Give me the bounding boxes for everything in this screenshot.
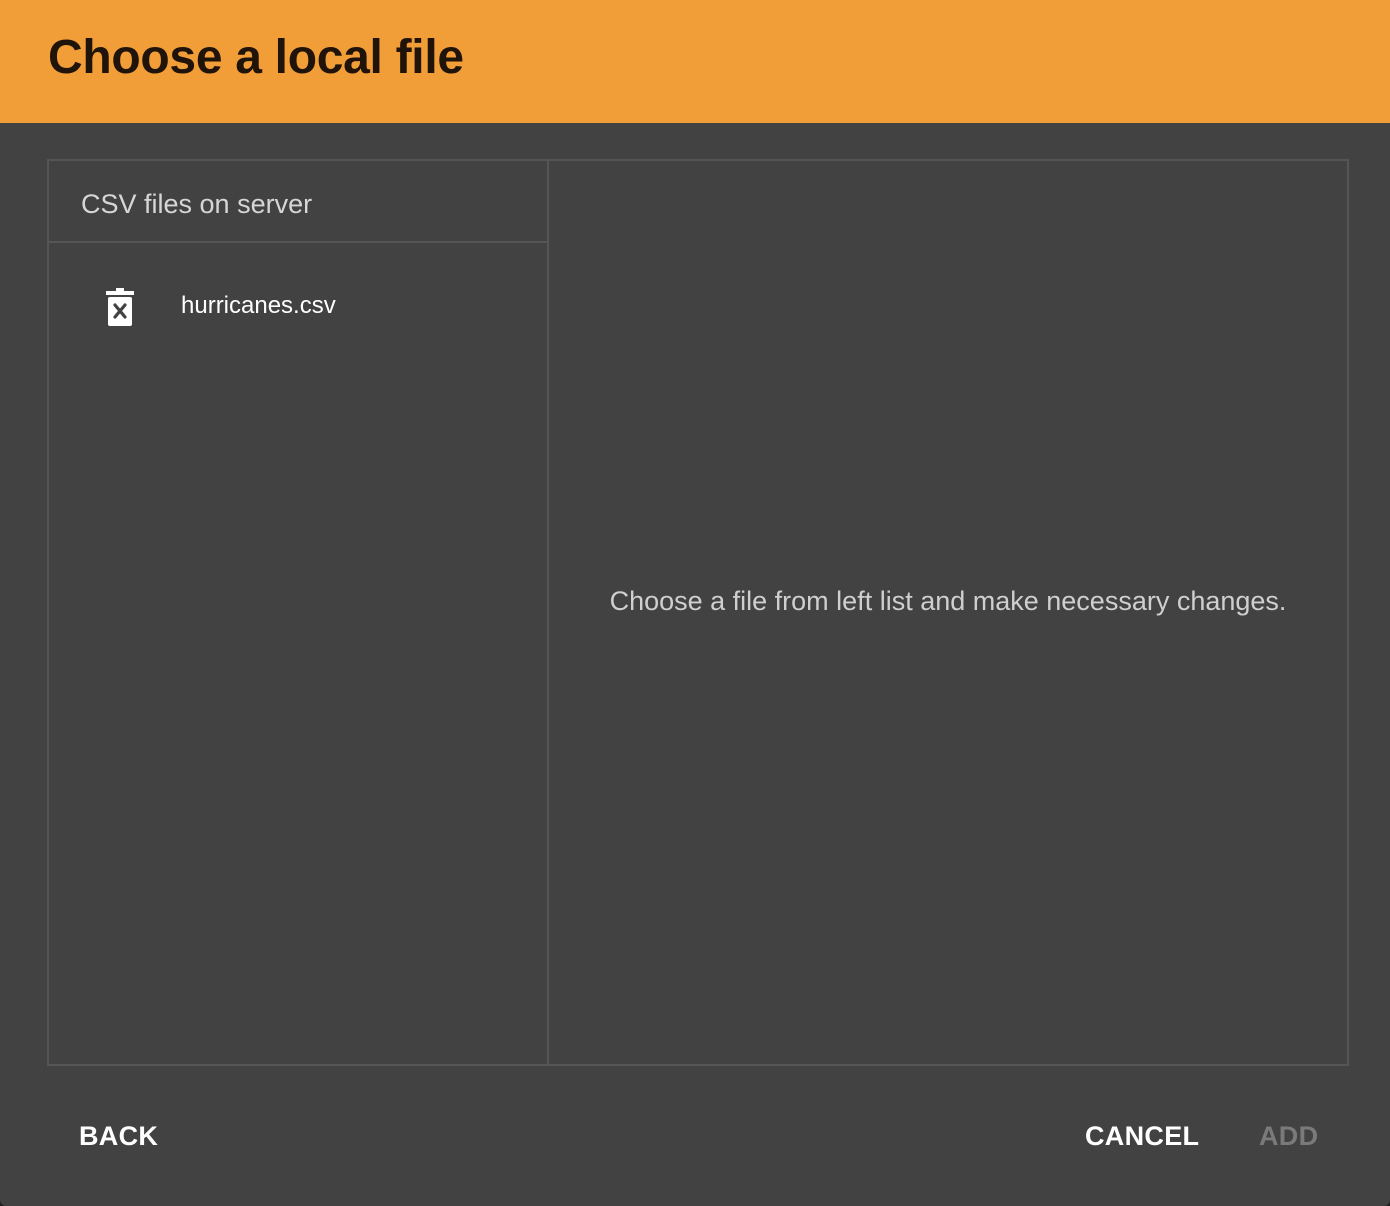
file-list-header: CSV files on server	[49, 161, 547, 243]
file-preview-pane: Choose a file from left list and make ne…	[549, 161, 1347, 1064]
file-list-item[interactable]: hurricanes.csv	[49, 273, 547, 337]
add-button[interactable]: ADD	[1259, 1118, 1318, 1154]
back-button[interactable]: BACK	[79, 1118, 158, 1154]
preview-hint: Choose a file from left list and make ne…	[609, 586, 1287, 616]
dialog-header: Choose a local file	[0, 0, 1390, 123]
file-name[interactable]: hurricanes.csv	[181, 291, 336, 321]
file-chooser-panel: CSV files on server hurricanes.csv Choos…	[47, 159, 1349, 1066]
delete-forever-icon[interactable]	[105, 288, 135, 326]
cancel-button[interactable]: CANCEL	[1085, 1118, 1199, 1154]
file-list-header-label: CSV files on server	[81, 189, 313, 219]
dialog-title: Choose a local file	[48, 31, 464, 84]
choose-file-dialog: Choose a local file CSV files on server …	[0, 0, 1390, 1206]
file-list-pane: CSV files on server hurricanes.csv	[49, 161, 549, 1064]
